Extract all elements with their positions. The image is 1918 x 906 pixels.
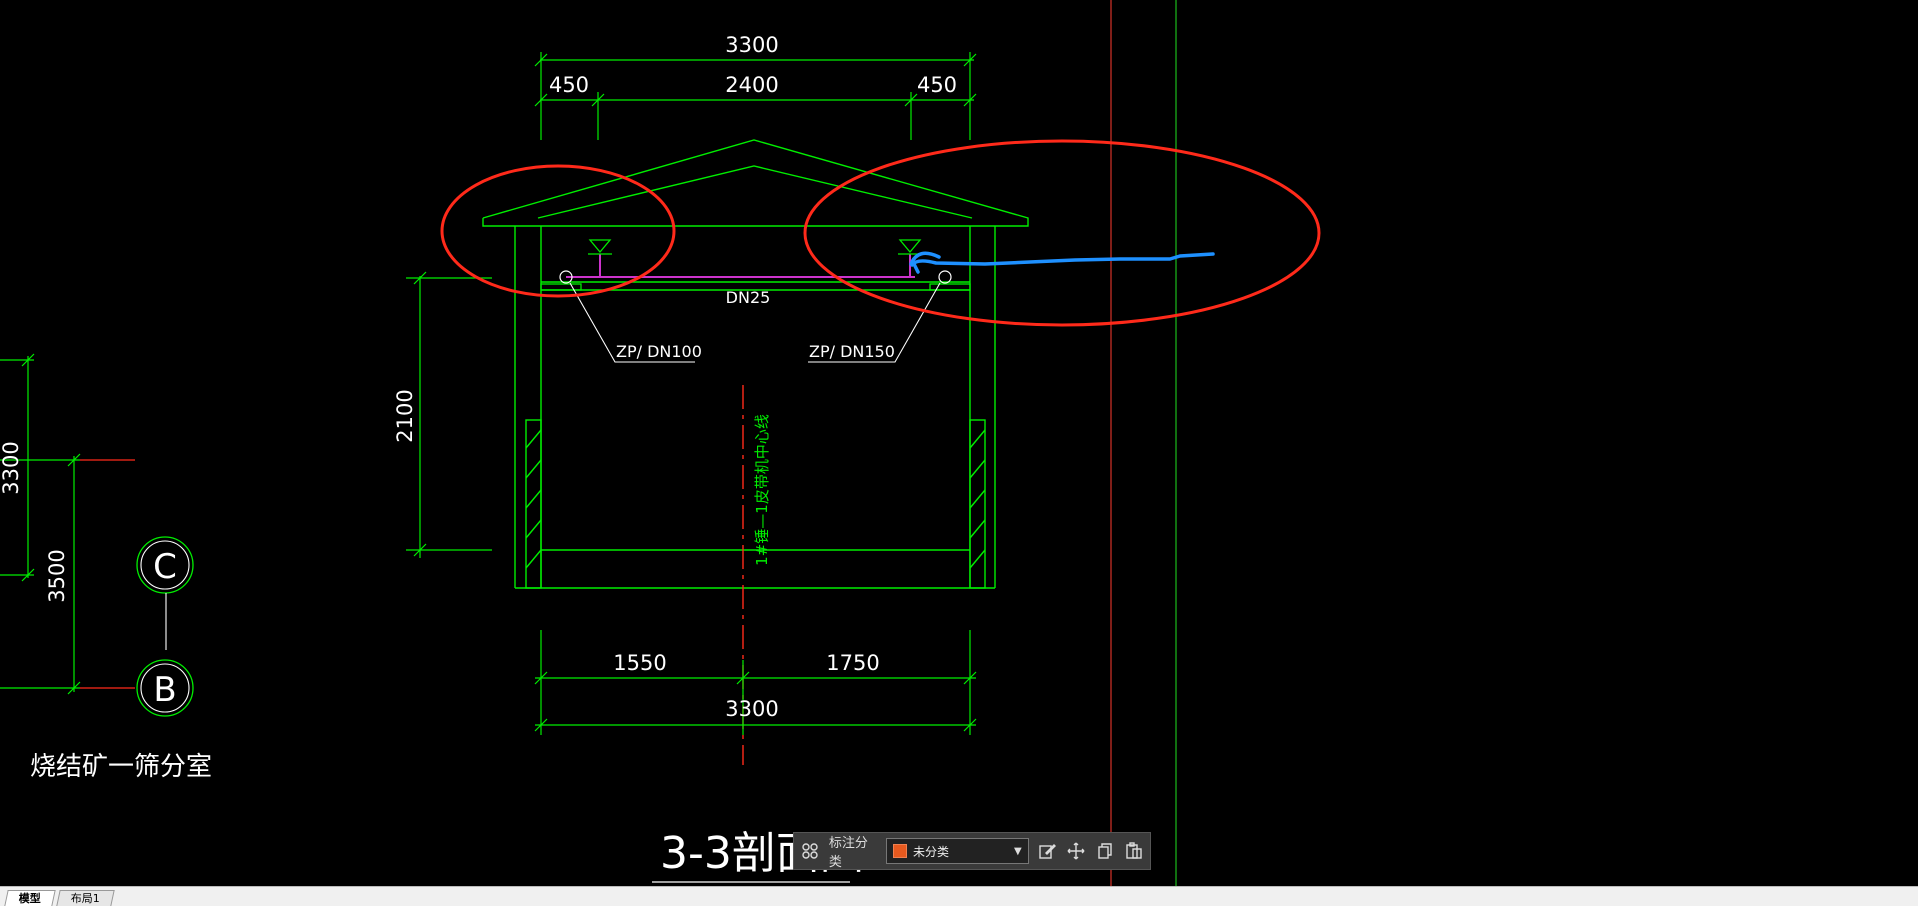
- edit-icon[interactable]: [1037, 840, 1058, 862]
- cad-drawing-canvas[interactable]: 3300 450 2400 450 DN25 ZP/ DN100 ZP/ DN1…: [0, 0, 1918, 886]
- dim-top-left: 450: [549, 73, 589, 97]
- tab-model[interactable]: 模型: [4, 890, 56, 906]
- height-dimension: [406, 271, 492, 558]
- tab-layout1[interactable]: 布局1: [56, 890, 115, 906]
- paste-icon[interactable]: [1123, 840, 1144, 862]
- dim-bottom-right: 1750: [826, 651, 879, 675]
- red-markup-ellipse-right[interactable]: [803, 139, 1321, 327]
- svg-text:C: C: [153, 547, 177, 587]
- dim-bottom-left: 1550: [613, 651, 666, 675]
- pipe-label: DN25: [726, 288, 771, 307]
- room-label: 烧结矿一筛分室: [30, 752, 212, 782]
- blue-markup-arrow[interactable]: [909, 251, 1215, 274]
- category-color-swatch: [893, 844, 908, 858]
- label-zp-dn100: ZP/ DN100: [616, 342, 702, 361]
- dim-top-overall: 3300: [725, 33, 778, 57]
- dim-top-middle: 2400: [725, 73, 778, 97]
- centerline-label: 1#锤—1皮带机中心线: [753, 414, 771, 566]
- grid-bubble-b: B: [136, 659, 194, 717]
- red-markup-ellipse-left[interactable]: [440, 164, 676, 298]
- grid-bubble-c: C: [136, 536, 194, 594]
- annotation-toolbar: 标注分类 未分类 ▼: [793, 832, 1151, 870]
- category-select-value: 未分类: [913, 844, 950, 859]
- grid-menu-icon[interactable]: [800, 840, 821, 862]
- move-icon[interactable]: [1066, 840, 1087, 862]
- dim-top-right: 450: [917, 73, 957, 97]
- copy-icon[interactable]: [1094, 840, 1115, 862]
- roof-outline: [482, 139, 1029, 227]
- left-grid-dimensions: [0, 353, 81, 695]
- annotation-category-select[interactable]: 未分类 ▼: [886, 838, 1029, 864]
- drain-pipe-right: [938, 270, 952, 284]
- layout-tabs: 模型 布局1: [0, 886, 1918, 906]
- dim-left-upper: 3300: [0, 441, 23, 494]
- dim-bottom-overall: 3300: [725, 697, 778, 721]
- dim-left-lower: 3500: [45, 549, 69, 602]
- label-zp-dn150: ZP/ DN150: [809, 342, 895, 361]
- chevron-down-icon: ▼: [1014, 845, 1022, 857]
- svg-text:B: B: [153, 670, 176, 710]
- annotation-category-label: 标注分类: [828, 836, 868, 870]
- dim-height: 2100: [393, 389, 417, 442]
